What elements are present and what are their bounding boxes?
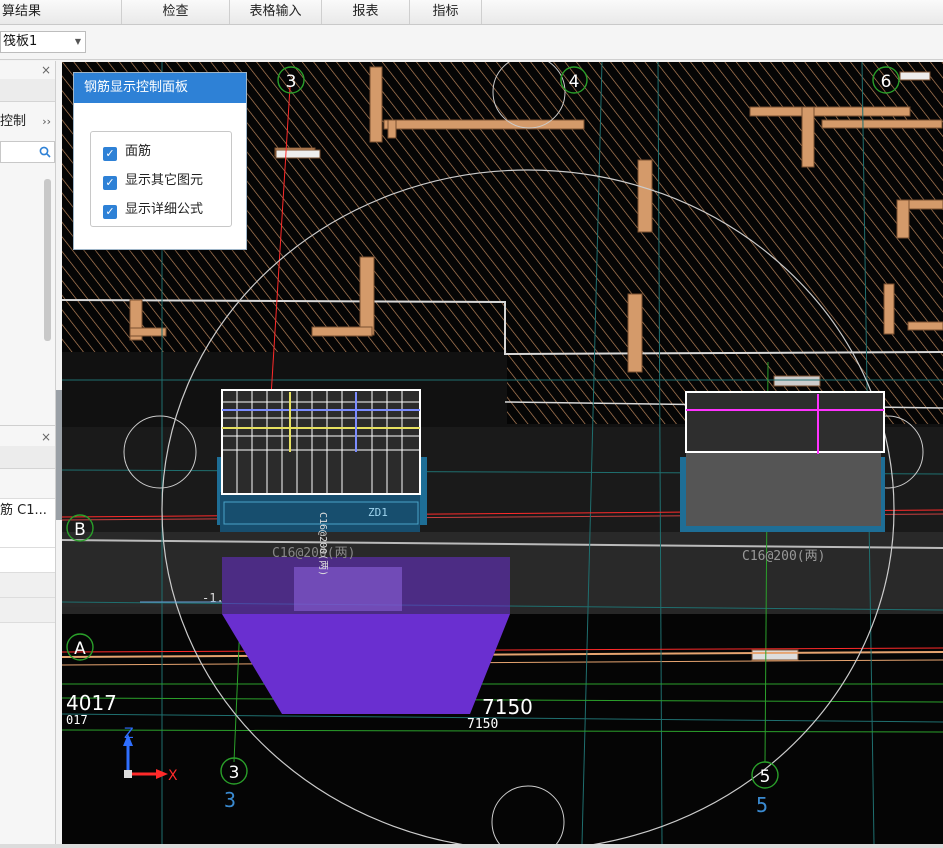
- list-item[interactable]: 筋 C1...: [0, 498, 55, 524]
- status-bar: [0, 844, 943, 848]
- rebar-text-vertical: C16@200(两): [317, 512, 328, 576]
- option-show-detailed-formula[interactable]: ✓ 显示详细公式: [103, 200, 203, 220]
- checkbox-checked-icon[interactable]: ✓: [103, 176, 117, 190]
- level-text: -1.: [202, 591, 224, 605]
- axis-label-a: A: [74, 639, 86, 659]
- checkbox-checked-icon[interactable]: ✓: [103, 147, 117, 161]
- list-item[interactable]: [0, 548, 55, 573]
- x-axis-label: X: [168, 768, 178, 784]
- option-label: 显示详细公式: [125, 202, 204, 217]
- close-icon[interactable]: ×: [41, 430, 51, 444]
- menu-table-input[interactable]: 表格输入: [230, 0, 322, 24]
- axis-label-bottom-3: 3: [229, 763, 240, 783]
- more-icon[interactable]: ››: [42, 111, 51, 133]
- zd-label: ZD1: [368, 506, 388, 519]
- list-item[interactable]: [0, 598, 55, 623]
- rebar-display-control-panel: 钢筋显示控制面板 ✓ 面筋 ✓ 显示其它图元 ✓ 显示详细公式: [73, 72, 247, 250]
- scrollbar[interactable]: [44, 179, 51, 341]
- panel-title: 钢筋显示控制面板: [74, 73, 246, 103]
- axis-label-top-3: 3: [286, 72, 297, 92]
- chevron-down-icon: ▼: [74, 37, 81, 46]
- dim-7150: 7150: [482, 695, 533, 719]
- toolbar: [0, 25, 943, 60]
- menu-report[interactable]: 报表: [322, 0, 410, 24]
- left-panel: × 控制 ›› × 筋 C1...: [0, 61, 56, 848]
- menu-index[interactable]: 指标: [410, 0, 482, 24]
- axis-label-b: B: [74, 520, 86, 540]
- search-input[interactable]: [0, 141, 55, 163]
- option-top-rebar[interactable]: ✓ 面筋: [103, 142, 151, 162]
- menu-calc-result[interactable]: 算结果: [0, 0, 122, 24]
- option-label: 面筋: [125, 144, 152, 159]
- option-label: 显示其它图元: [125, 173, 204, 188]
- axis-ghost-3: 3: [224, 788, 236, 812]
- list-item[interactable]: [0, 523, 55, 548]
- axis-label-top-6: 6: [881, 72, 892, 92]
- dim-4017: 4017: [66, 691, 117, 715]
- axis-label-top-4: 4: [569, 72, 580, 92]
- panel-tab[interactable]: 控制 ››: [0, 111, 55, 133]
- menu-check[interactable]: 检查: [122, 0, 230, 24]
- axis-label-bottom-5: 5: [760, 767, 771, 787]
- rebar-text-right: C16@200(两): [742, 549, 825, 564]
- panel-header-2: [0, 446, 55, 469]
- floor-select-value: 筏板1: [3, 34, 38, 49]
- panel-header: [0, 79, 55, 102]
- rebar-text-left: C16@200(两): [272, 546, 355, 561]
- panel-divider: [0, 425, 55, 426]
- options-group: ✓ 面筋 ✓ 显示其它图元 ✓ 显示详细公式: [90, 131, 232, 227]
- panel-tab-label: 控制: [0, 114, 27, 129]
- z-axis-label: Z: [124, 726, 134, 742]
- pile-prism: [222, 557, 510, 714]
- dim-7150-sub: 7150: [467, 717, 498, 732]
- dim-4017-sub: 017: [66, 713, 88, 727]
- menu-bar: 算结果 检查 表格输入 报表 指标: [0, 0, 943, 25]
- checkbox-checked-icon[interactable]: ✓: [103, 205, 117, 219]
- pile-cap-left: ZD1: [217, 389, 427, 532]
- axis-ghost-5: 5: [756, 793, 768, 817]
- viewport-3d[interactable]: ZD1 C16@200(两) C16@200(两) C16@200(两) -1.: [62, 62, 943, 844]
- close-icon[interactable]: ×: [41, 63, 51, 77]
- search-icon[interactable]: [39, 146, 51, 158]
- coordinate-axes-icon: Z X: [123, 726, 178, 784]
- list-item[interactable]: [0, 573, 55, 598]
- floor-select[interactable]: 筏板1 ▼: [0, 31, 86, 53]
- option-show-other-elements[interactable]: ✓ 显示其它图元: [103, 171, 203, 191]
